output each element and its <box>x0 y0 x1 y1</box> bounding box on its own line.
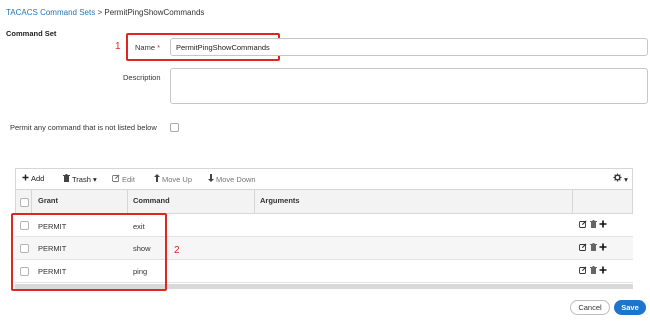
breadcrumb: TACACS Command Sets > PermitPingShowComm… <box>6 8 204 17</box>
permit-any-command-label: Permit any command that is not listed be… <box>10 123 157 132</box>
grid-toolbar <box>15 168 633 190</box>
edit-icon <box>112 174 120 184</box>
column-divider <box>254 190 255 214</box>
breadcrumb-link-command-sets[interactable]: TACACS Command Sets <box>6 8 95 17</box>
section-title: Command Set <box>6 29 57 38</box>
row-actions <box>579 243 607 253</box>
edit-row-icon[interactable] <box>579 266 587 276</box>
delete-row-icon[interactable] <box>589 220 597 230</box>
move-up-label: Move Up <box>162 175 193 184</box>
trash-icon <box>63 174 70 184</box>
row-actions <box>579 266 607 276</box>
add-row-icon[interactable] <box>599 243 607 253</box>
breadcrumb-current: PermitPingShowCommands <box>104 8 205 17</box>
add-row-icon[interactable] <box>599 220 607 230</box>
row-actions <box>579 220 607 230</box>
delete-row-icon[interactable] <box>589 243 597 253</box>
name-label: Name * <box>135 43 160 52</box>
column-header-arguments[interactable]: Arguments <box>260 196 300 205</box>
column-header-grant[interactable]: Grant <box>38 196 58 205</box>
required-mark: * <box>157 43 161 52</box>
annotation-highlight-rows <box>11 213 167 291</box>
trash-label: Trash <box>72 175 91 184</box>
move-up-button[interactable]: Move Up <box>154 174 192 184</box>
arrow-down-icon <box>208 174 214 184</box>
column-divider <box>31 190 32 214</box>
edit-button[interactable]: Edit <box>112 174 135 184</box>
permit-any-command-checkbox[interactable] <box>170 123 179 132</box>
annotation-2: 2 <box>174 245 180 256</box>
cancel-button[interactable]: Cancel <box>570 300 610 315</box>
edit-row-icon[interactable] <box>579 243 587 253</box>
arrow-up-icon <box>154 174 160 184</box>
add-label: Add <box>31 174 45 183</box>
breadcrumb-separator: > <box>97 8 103 17</box>
add-button[interactable]: Add <box>22 174 44 183</box>
column-header-command[interactable]: Command <box>133 196 170 205</box>
name-input[interactable] <box>170 38 648 56</box>
edit-label: Edit <box>122 175 135 184</box>
move-down-button[interactable]: Move Down <box>208 174 256 184</box>
add-row-icon[interactable] <box>599 266 607 276</box>
save-button[interactable]: Save <box>614 300 646 315</box>
column-divider <box>572 190 573 214</box>
settings-caret-icon: ▾ <box>624 175 628 184</box>
description-textarea[interactable] <box>170 68 648 104</box>
select-all-checkbox[interactable] <box>20 198 29 207</box>
plus-icon <box>22 174 29 183</box>
gear-icon <box>613 173 624 184</box>
trash-button[interactable]: Trash ▾ <box>63 174 97 184</box>
annotation-1: 1 <box>115 41 121 52</box>
move-down-label: Move Down <box>216 175 256 184</box>
delete-row-icon[interactable] <box>589 266 597 276</box>
settings-button[interactable]: ▾ <box>613 173 628 184</box>
name-label-text: Name <box>135 43 156 52</box>
column-divider <box>127 190 128 214</box>
description-label: Description <box>123 73 161 82</box>
caret-down-icon: ▾ <box>93 175 97 184</box>
edit-row-icon[interactable] <box>579 220 587 230</box>
table-header <box>15 190 633 214</box>
